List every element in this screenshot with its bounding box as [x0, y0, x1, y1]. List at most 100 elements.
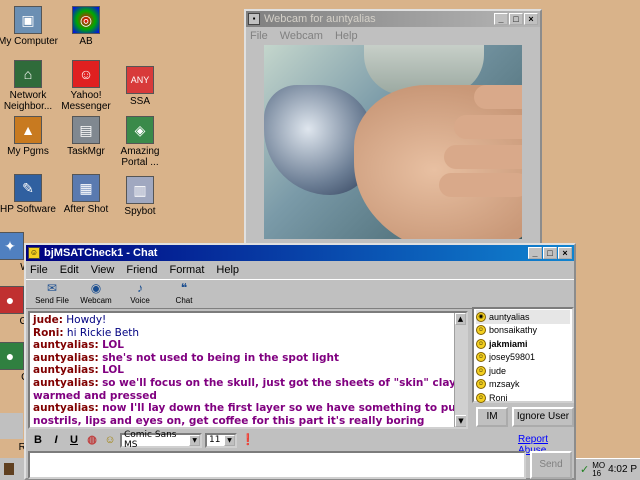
webcam-menubar: File Webcam Help: [246, 27, 540, 45]
user-name: auntyalias: [489, 311, 530, 322]
desktop-icon-label: TaskMgr: [67, 146, 105, 157]
chevron-down-icon: ▼: [224, 434, 235, 446]
close-button[interactable]: ×: [558, 247, 572, 259]
close-button[interactable]: ×: [524, 13, 538, 25]
font-name-value: Comic Sans MS: [124, 430, 177, 450]
desktop-icon-label: My Computer: [0, 36, 58, 47]
menu-edit[interactable]: Edit: [60, 264, 79, 276]
desktop-icon-label: Spybot: [124, 206, 156, 217]
send-file-button[interactable]: ✉ Send File: [30, 280, 74, 308]
desktop-icon-spybot[interactable]: ▥ Spybot: [108, 176, 172, 217]
chat-button[interactable]: ❝ Chat: [162, 280, 206, 308]
webcam-titlebar[interactable]: ▪ Webcam for auntyalias _ □ ×: [246, 11, 540, 27]
menu-view[interactable]: View: [91, 264, 115, 276]
chat-bubble-icon: ❝: [180, 281, 188, 295]
send-button[interactable]: Send: [530, 451, 572, 479]
bold-button[interactable]: B: [30, 433, 46, 448]
chat-message-log[interactable]: jude: Howdy! Roni: hi Rickie Beth auntya…: [28, 311, 468, 429]
clock[interactable]: 4:02 P: [608, 464, 640, 475]
ignore-user-button[interactable]: Ignore User: [512, 407, 574, 427]
hp-icon: ✎: [14, 174, 42, 202]
webcam-video-feed: [264, 45, 522, 239]
menu-help[interactable]: Help: [335, 30, 358, 42]
message-text: she's not used to being in the spot ligh…: [102, 351, 340, 364]
chat-message: Roni: hi Rickie Beth: [33, 327, 463, 340]
w-icon: ✦: [0, 232, 24, 260]
message-sender: auntyalias:: [33, 364, 99, 377]
gr-icon: ●: [0, 286, 24, 314]
voice-button[interactable]: ♪ Voice: [118, 280, 162, 308]
minimize-button[interactable]: _: [494, 13, 508, 25]
webcam-label: Webcam: [80, 296, 112, 305]
desktop-icon-my-pgms[interactable]: ▲ My Pgms: [0, 116, 60, 157]
tray-day: MO 16: [592, 460, 606, 478]
desktop-icon-my-computer[interactable]: ▣ My Computer: [0, 6, 60, 47]
message-sender: auntyalias:: [33, 339, 99, 352]
user-list-item[interactable]: ☺ mzsayk: [476, 378, 570, 392]
buzz-icon[interactable]: ❗: [240, 433, 256, 448]
user-list-item[interactable]: ☺ josey59801: [476, 351, 570, 365]
maximize-button[interactable]: □: [543, 247, 557, 259]
chat-message: auntyalias: so we'll focus on the skull,…: [33, 377, 463, 402]
chat-titlebar[interactable]: ☺ bjMSATCheck1 - Chat _ □ ×: [26, 245, 574, 261]
message-sender: auntyalias:: [33, 351, 99, 364]
webcam-window[interactable]: ▪ Webcam for auntyalias _ □ × File Webca…: [244, 9, 542, 245]
desktop-icon-portal[interactable]: ◈ Amazing Portal ...: [108, 116, 172, 168]
yahoo-icon: ☺: [72, 60, 100, 88]
font-name-select[interactable]: Comic Sans MS ▼: [120, 430, 202, 450]
im-button[interactable]: IM: [476, 407, 508, 427]
taskbar-start-area[interactable]: [0, 458, 24, 480]
voice-label: Voice: [130, 296, 150, 305]
chat-user-list[interactable]: ◉ auntyalias ☺ bonsaikathy ☺ jakmiami ☺ jose…: [472, 307, 574, 403]
microphone-icon: ♪: [137, 281, 143, 295]
desktop-icon-ab[interactable]: ◎ AB: [54, 6, 118, 47]
italic-button[interactable]: I: [48, 433, 64, 448]
desktop-icon-ssa[interactable]: ANY SSA: [108, 66, 172, 107]
chat-toolbar: ✉ Send File ◉ Webcam ♪ Voice ❝ Chat: [26, 279, 574, 309]
user-list-item[interactable]: ◉ auntyalias: [476, 310, 570, 324]
menu-friend[interactable]: Friend: [126, 264, 157, 276]
chat-message: auntyalias: LOL: [33, 364, 463, 377]
font-size-select[interactable]: 11 ▼: [205, 432, 237, 448]
webcam-button[interactable]: ◉ Webcam: [74, 280, 118, 308]
send-file-icon: ✉: [46, 281, 58, 295]
chat-window[interactable]: ☺ bjMSATCheck1 - Chat _ □ × File Edit Vi…: [24, 243, 576, 480]
desktop-icon-label: AB: [79, 36, 93, 47]
message-scrollbar[interactable]: ▲ ▼: [454, 313, 466, 427]
menu-help[interactable]: Help: [216, 264, 239, 276]
user-list-item[interactable]: ☺ Roni: [476, 391, 570, 405]
minimize-button[interactable]: _: [528, 247, 542, 259]
user-list-item[interactable]: ☺ jakmiami: [476, 337, 570, 351]
chat-message: auntyalias: now I'll lay down the first …: [33, 402, 463, 427]
menu-file[interactable]: File: [250, 30, 268, 42]
user-name: bonsaikathy: [489, 325, 538, 336]
chat-menubar: File Edit View Friend Format Help: [26, 261, 574, 279]
start-icon[interactable]: [4, 463, 14, 475]
desktop-icon-network[interactable]: ⌂ Network Neighbor...: [0, 60, 60, 112]
scroll-up-icon[interactable]: ▲: [455, 313, 466, 325]
message-text: hi Rickie Beth: [66, 326, 140, 339]
webcam-icon: ◉: [90, 281, 102, 295]
emoticon-icon[interactable]: ☺: [102, 433, 118, 448]
maximize-button[interactable]: □: [509, 13, 523, 25]
message-input[interactable]: [28, 451, 526, 479]
ab-icon: ◎: [72, 6, 100, 34]
color-palette-icon[interactable]: ◍: [84, 433, 100, 448]
spybot-icon: ▥: [126, 176, 154, 204]
menu-format[interactable]: Format: [170, 264, 205, 276]
menu-file[interactable]: File: [30, 264, 48, 276]
message-text: LOL: [102, 339, 124, 352]
user-list-item[interactable]: ☺ bonsaikathy: [476, 324, 570, 338]
chat-message: auntyalias: LOL: [33, 339, 463, 352]
underline-button[interactable]: U: [66, 433, 82, 448]
tray-icon[interactable]: ✓: [580, 463, 589, 476]
menu-webcam[interactable]: Webcam: [280, 30, 323, 42]
user-name: Roni: [489, 392, 508, 403]
desktop-icon-label: After Shot: [63, 204, 109, 215]
taskmgr-icon: ▤: [72, 116, 100, 144]
desktop-icon-hp[interactable]: ✎ HP Software: [0, 174, 60, 215]
font-size-value: 11: [209, 435, 221, 445]
user-list-item[interactable]: ☺ jude: [476, 364, 570, 378]
network-icon: ⌂: [14, 60, 42, 88]
scroll-down-icon[interactable]: ▼: [455, 415, 466, 427]
